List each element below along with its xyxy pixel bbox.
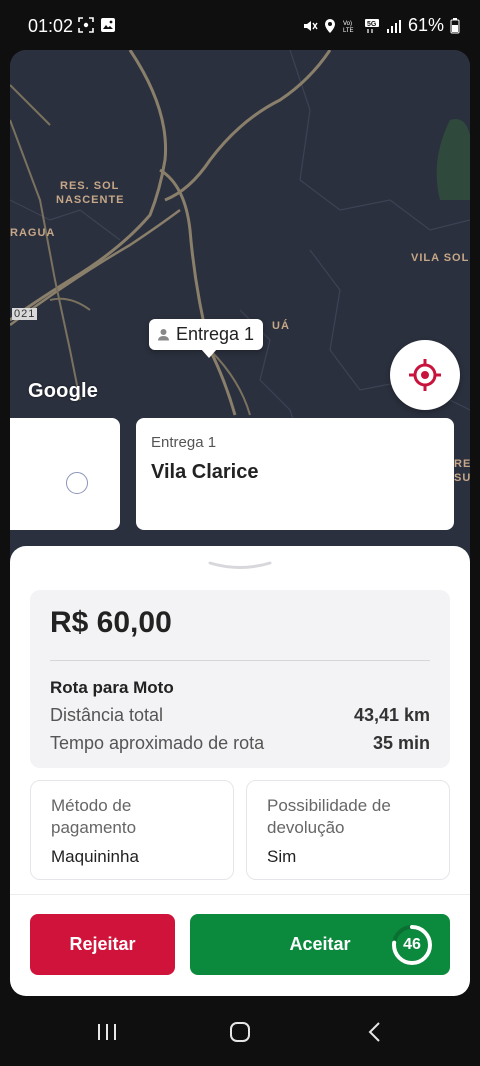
status-time: 01:02 bbox=[28, 16, 74, 36]
locate-me-button[interactable] bbox=[390, 340, 460, 410]
return-option-value: Sim bbox=[267, 847, 297, 866]
bottom-sheet: R$ 60,00 Rota para Moto Distância total … bbox=[10, 546, 470, 996]
map-label: RES. SOL bbox=[60, 180, 120, 192]
map-label: VILA SOL bbox=[411, 252, 470, 264]
app-container: RES. SOL NASCENTE RAGUA VILA SOL 021 UÁ … bbox=[10, 50, 470, 996]
map[interactable]: RES. SOL NASCENTE RAGUA VILA SOL 021 UÁ … bbox=[10, 50, 470, 550]
delivery-card-previous[interactable] bbox=[10, 418, 120, 530]
recent-apps-icon[interactable] bbox=[96, 1022, 118, 1042]
time-row: Tempo aproximado de rota 35 min bbox=[50, 733, 430, 754]
timer-value: 46 bbox=[403, 936, 421, 953]
distance-row: Distância total 43,41 km bbox=[50, 705, 430, 726]
home-icon[interactable] bbox=[229, 1022, 251, 1042]
volte-icon: Vo) LTE bbox=[343, 21, 354, 34]
map-label: NASCENTE bbox=[56, 194, 125, 206]
person-icon bbox=[158, 329, 169, 341]
google-attribution[interactable]: Google bbox=[28, 380, 98, 403]
reject-button[interactable]: Rejeitar bbox=[30, 914, 175, 975]
system-nav-bar bbox=[0, 996, 480, 1066]
sheet-drag-handle[interactable] bbox=[208, 560, 272, 570]
svg-text:Vo): Vo) bbox=[343, 21, 352, 27]
map-label: SUE bbox=[454, 472, 470, 484]
distance-label: Distância total bbox=[50, 705, 164, 725]
divider bbox=[10, 894, 470, 895]
radio-button[interactable] bbox=[66, 472, 88, 494]
screenshot-icon bbox=[78, 17, 94, 33]
delivery-card-place: Vila Clarice bbox=[151, 461, 259, 483]
back-icon[interactable] bbox=[366, 1022, 384, 1042]
payment-method-label: Método de pagamento bbox=[51, 796, 137, 837]
delivery-card[interactable]: Entrega 1 Vila Clarice bbox=[136, 418, 454, 530]
distance-value: 43,41 km bbox=[353, 705, 430, 725]
reject-label: Rejeitar bbox=[69, 934, 136, 954]
accept-button[interactable]: Aceitar 46 bbox=[190, 914, 450, 975]
route-title: Rota para Moto bbox=[50, 678, 174, 697]
battery-percent: 61% bbox=[407, 15, 444, 35]
map-pin-delivery[interactable]: Entrega 1 bbox=[149, 319, 264, 358]
status-bar: 01:02 Vo) LTE 5G 61% bbox=[0, 0, 480, 50]
mute-icon bbox=[303, 20, 318, 31]
signal-icon bbox=[386, 19, 401, 33]
location-icon bbox=[324, 18, 335, 33]
status-left-icons bbox=[78, 17, 116, 33]
payment-method-value: Maquininha bbox=[51, 847, 139, 866]
road-shield: 021 bbox=[12, 308, 38, 320]
payment-method-box: Método de pagamento Maquininha bbox=[30, 780, 234, 880]
pin-label: Entrega 1 bbox=[176, 324, 255, 344]
order-price: R$ 60,00 bbox=[50, 606, 172, 639]
map-label: UÁ bbox=[272, 320, 290, 332]
gallery-icon bbox=[101, 18, 115, 32]
accept-label: Aceitar bbox=[289, 934, 351, 954]
countdown-timer: 46 bbox=[390, 923, 434, 967]
map-label: RAGUA bbox=[10, 227, 56, 239]
battery-icon bbox=[450, 17, 460, 33]
svg-text:LTE: LTE bbox=[343, 28, 354, 34]
time-value: 35 min bbox=[372, 733, 430, 753]
status-right-icons: Vo) LTE 5G 61% bbox=[302, 15, 460, 36]
divider bbox=[50, 660, 430, 661]
svg-text:5G: 5G bbox=[367, 21, 377, 28]
return-option-label: Possibilidade de devolução bbox=[267, 796, 391, 837]
return-option-box: Possibilidade de devolução Sim bbox=[246, 780, 450, 880]
map-label: REF bbox=[454, 458, 470, 470]
time-label: Tempo aproximado de rota bbox=[50, 733, 265, 753]
delivery-card-title: Entrega 1 bbox=[151, 434, 217, 451]
order-summary: R$ 60,00 Rota para Moto Distância total … bbox=[30, 590, 450, 768]
crosshair-icon bbox=[409, 359, 441, 391]
5g-icon: 5G bbox=[364, 18, 379, 33]
